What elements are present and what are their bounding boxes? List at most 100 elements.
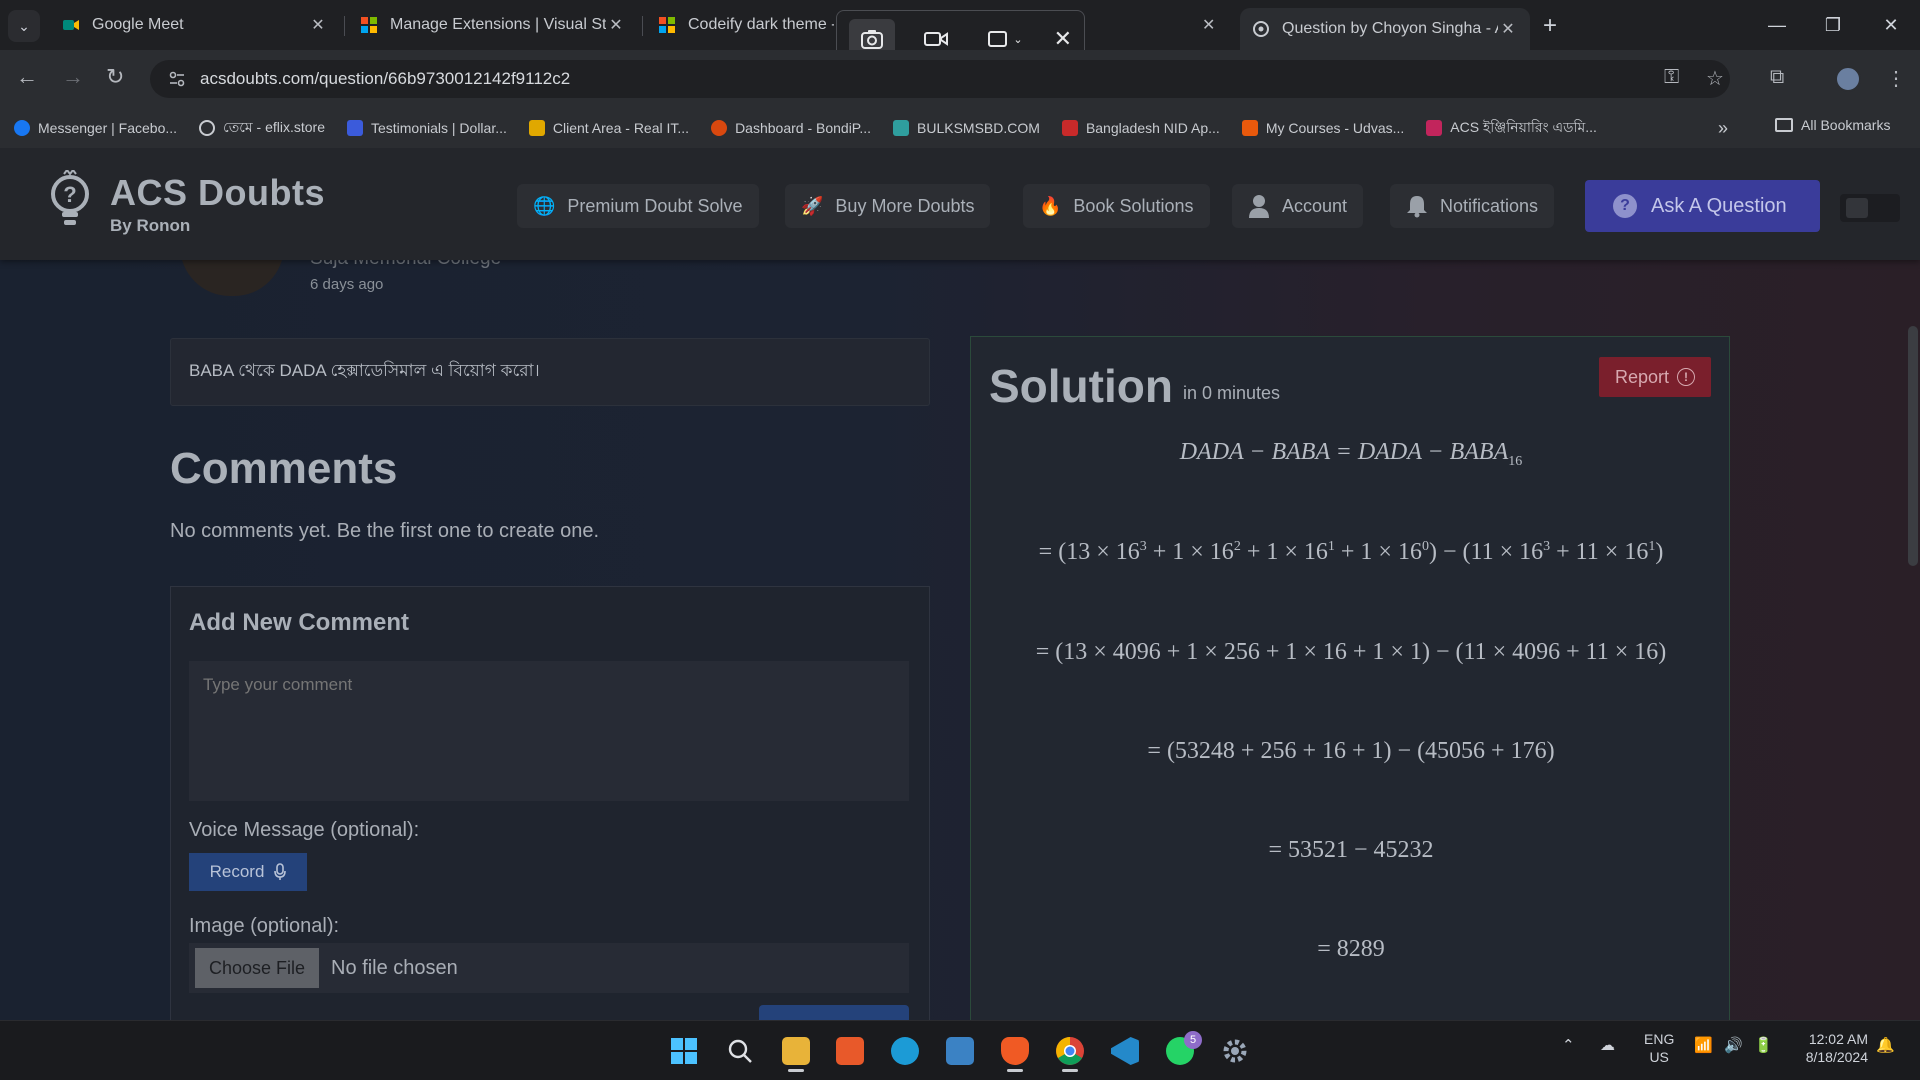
windows-icon [671,1038,697,1064]
lightbulb-question-logo-icon: ? [51,170,89,225]
bookmark-item[interactable]: তেমে - eflix.store [199,116,325,140]
close-window-button[interactable]: ✕ [1871,10,1911,40]
star-icon[interactable]: ☆ [1706,66,1724,91]
dollar-site-icon [346,120,363,136]
tab-google-meet[interactable]: Google Meet ✕ [50,8,340,42]
restore-button[interactable]: ❐ [1813,10,1853,40]
chrome-icon [1056,1037,1084,1065]
tab-question-active[interactable]: Question by Choyon Singha - A ✕ [1240,8,1530,50]
bookmark-item[interactable]: Bangladesh NID Ap... [1061,120,1220,136]
search-button[interactable] [718,1029,762,1073]
brand[interactable]: ACS Doubts By Ronon [110,172,325,236]
site-header: ? ACS Doubts By Ronon 🌐 Premium Doubt So… [0,148,1920,260]
folder-icon [1775,118,1793,132]
report-button[interactable]: Report ! [1599,357,1711,397]
forward-icon[interactable]: → [62,64,84,90]
start-button[interactable] [662,1029,706,1073]
page-viewport: Suja Memorial College 6 days ago ? ACS D… [0,148,1920,1020]
bookmark-item[interactable]: Client Area - Real IT... [528,120,689,136]
reload-icon[interactable]: ↻ [106,64,124,90]
bookmark-item[interactable]: ACS ইঞ্জিনিয়ারিং এডমি... [1426,116,1597,140]
chevron-up-icon[interactable]: ⌃ [1562,1036,1575,1054]
submit-comment-button[interactable] [759,1005,909,1020]
tab-codeify[interactable]: Codeify dark theme - V [646,8,846,42]
nav-premium-doubt-solve[interactable]: 🌐 Premium Doubt Solve [517,184,759,228]
site-info-icon[interactable] [168,70,186,88]
tab-title: Question by Choyon Singha - A [1282,20,1498,37]
google-meet-icon [63,20,79,30]
solution-panel: Solution in 0 minutes Report ! DADA − BA… [970,336,1730,1020]
tab-manage-extensions[interactable]: Manage Extensions | Visual Stu ✕ [348,8,638,42]
chrome-app[interactable] [1048,1029,1092,1073]
nav-buy-more-doubts[interactable]: 🚀 Buy More Doubts [785,184,991,228]
theme-toggle[interactable] [1840,194,1900,222]
file-explorer-app[interactable] [774,1029,818,1073]
notification-bell-icon[interactable]: 🔔 [1876,1036,1895,1054]
choose-file-button[interactable]: Choose File [195,948,320,988]
minimize-button[interactable]: — [1757,10,1797,40]
scrollbar-thumb[interactable] [1908,326,1918,566]
record-button[interactable]: Record [189,853,307,891]
menu-icon[interactable]: ⋮ [1886,66,1906,91]
solution-step: = 53521 − 45232 [1268,837,1434,863]
globe-icon [199,120,216,136]
nav-notifications[interactable]: Notifications [1390,184,1555,228]
back-icon[interactable]: ← [16,64,38,90]
gear-icon [1223,1039,1247,1063]
close-snip-button[interactable]: ✕ [1054,26,1072,52]
tab-separator [344,16,345,36]
bookmark-item[interactable]: BULKSMSBD.COM [893,120,1040,136]
battery-icon[interactable]: 🔋 [1754,1036,1773,1054]
ask-question-button[interactable]: ? Ask A Question [1585,180,1820,232]
omnibox[interactable]: acsdoubts.com/question/66b9730012142f911… [150,60,1730,98]
nav-book-solutions[interactable]: 🔥 Book Solutions [1023,184,1210,228]
solution-step: = (13 × 4096 + 1 × 256 + 1 × 16 + 1 × 1)… [1035,639,1667,665]
voice-label: Voice Message (optional): [189,819,420,841]
acs-icon [1426,120,1443,136]
nav-account[interactable]: Account [1232,184,1364,228]
comments-heading: Comments [170,444,398,493]
bookmark-item[interactable]: My Courses - Udvas... [1241,120,1404,136]
bookmark-item[interactable]: Testimonials | Dollar... [346,120,507,136]
file-input[interactable]: Choose File No file chosen [189,943,909,993]
all-bookmarks-button[interactable]: All Bookmarks [1775,117,1890,133]
volume-icon[interactable]: 🔊 [1724,1036,1743,1054]
solution-step: DADA − BABA = DADA − BABA16 [1179,439,1523,469]
bulksms-icon [893,120,910,136]
xampp-app[interactable] [828,1029,872,1073]
whatsapp-app[interactable]: 5 [1158,1029,1202,1073]
tab-title: Google Meet [92,16,184,33]
vscode-app[interactable] [1103,1029,1147,1073]
store-icon [946,1037,974,1065]
facebook-icon [14,120,30,136]
settings-app[interactable] [1213,1029,1257,1073]
close-icon[interactable]: ✕ [606,15,626,35]
extensions-icon[interactable]: ⧉ [1770,66,1784,89]
close-icon[interactable]: ✕ [1202,15,1215,35]
close-icon[interactable]: ✕ [308,15,328,35]
camera-icon [861,30,883,49]
password-key-icon[interactable]: ⚿ [1664,66,1679,89]
fire-icon: 🔥 [1039,195,1062,216]
notification-badge: 5 [1184,1031,1202,1049]
comment-input[interactable] [189,661,909,801]
wifi-icon[interactable]: 📶 [1694,1036,1713,1054]
language-indicator[interactable]: ENG US [1644,1030,1674,1066]
udvas-icon [1241,120,1258,136]
more-bookmarks-icon[interactable]: » [1718,118,1728,139]
edge-app[interactable] [883,1029,927,1073]
new-tab-button[interactable]: + [1543,12,1557,40]
avatar[interactable] [1835,66,1861,92]
brave-app[interactable] [993,1029,1037,1073]
cloud-icon[interactable]: ☁ [1600,1036,1615,1054]
realit-icon [528,120,545,136]
tab-search-button[interactable]: ⌄ [8,10,40,42]
bookmark-item[interactable]: Dashboard - BondiP... [711,120,871,136]
microsoft-icon [361,17,377,33]
close-icon[interactable]: ✕ [1498,19,1518,39]
bookmark-item[interactable]: Messenger | Facebo... [14,120,177,136]
store-app[interactable] [938,1029,982,1073]
solution-step: = 8289 [1317,936,1385,962]
xampp-icon [836,1037,864,1065]
clock[interactable]: 12:02 AM 8/18/2024 [1790,1030,1868,1066]
